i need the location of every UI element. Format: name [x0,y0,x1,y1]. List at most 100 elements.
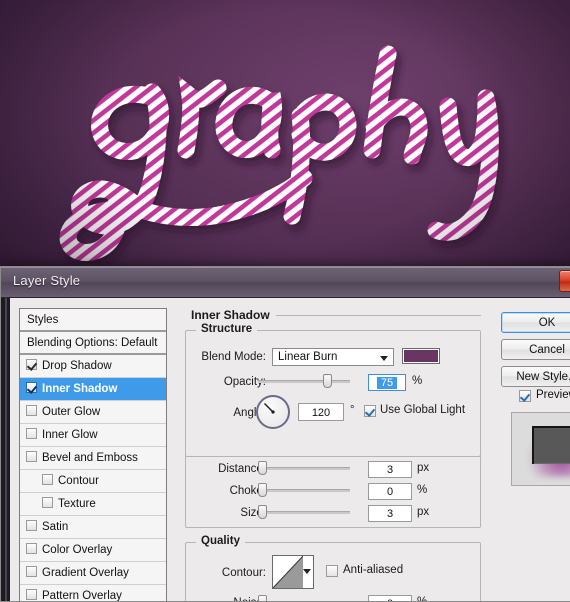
size-input[interactable]: 3 [368,505,412,522]
size-slider-thumb[interactable] [258,505,267,519]
effect-checkbox[interactable] [26,428,37,439]
dialog-title: Layer Style [13,273,81,288]
dialog-body: Styles Blending Options: Default Drop Sh… [1,298,570,601]
distance-label: Distance: [218,463,266,475]
noise-slider[interactable] [258,595,350,601]
effect-label: Inner Shadow [42,383,118,395]
size-slider-track [258,511,350,514]
artwork-vignette [0,0,570,280]
styles-list-header[interactable]: Styles [20,309,166,332]
noise-slider-thumb[interactable] [258,595,267,601]
preview-checkbox[interactable] [519,390,531,402]
effect-label: Drop Shadow [42,360,112,372]
effect-checkbox[interactable] [26,405,37,416]
size-label: Size: [240,507,266,519]
opacity-label: Opacity: [223,376,266,388]
effect-checkbox[interactable] [42,474,53,485]
effect-label: Inner Glow [42,429,98,441]
use-global-light-checkbox[interactable] [364,405,376,417]
blending-options-row[interactable]: Blending Options: Default [20,332,166,355]
effect-label: Satin [42,521,69,533]
effect-row-outer-glow[interactable]: Outer Glow [20,401,166,424]
styles-list[interactable]: Styles Blending Options: Default Drop Sh… [19,308,167,601]
inner-shadow-panel: Inner Shadow Structure Blend Mode: Linea… [177,308,487,601]
size-unit: px [417,506,430,518]
preview-label: Preview [536,389,570,401]
size-value: 3 [386,508,394,520]
noise-input[interactable]: 0 [368,595,412,601]
close-icon[interactable] [559,270,570,292]
effect-row-gradient-overlay[interactable]: Gradient Overlay [20,562,166,585]
contour-label: Contour: [221,567,266,579]
choke-input[interactable]: 0 [368,483,412,500]
effect-row-contour[interactable]: Contour [20,470,166,493]
distance-slider-track [258,467,350,470]
effect-row-texture[interactable]: Texture [20,493,166,516]
effect-row-color-overlay[interactable]: Color Overlay [20,539,166,562]
chevron-down-icon [303,569,311,574]
size-slider[interactable] [258,505,350,519]
distance-input[interactable]: 3 [368,461,412,478]
effect-checkbox[interactable] [26,520,37,531]
distance-slider-thumb[interactable] [258,461,267,475]
anti-aliased-label: Anti-aliased [343,564,404,576]
effect-checkbox[interactable] [26,589,37,600]
preview-thumbnail [511,412,570,486]
cancel-button[interactable]: Cancel [501,339,570,360]
dialog-titlebar: Layer Style [1,267,570,298]
preview-shape [532,426,570,464]
effect-row-drop-shadow[interactable]: Drop Shadow [20,355,166,378]
choke-value: 0 [386,486,394,498]
blend-mode-label: Blend Mode: [201,351,266,363]
effect-checkbox[interactable] [26,543,37,554]
new-style-button[interactable]: New Style... [501,366,570,387]
effect-checkbox[interactable] [26,566,37,577]
section-title: Inner Shadow [185,308,276,322]
effect-checkbox[interactable] [26,359,37,370]
effect-checkbox[interactable] [26,451,37,462]
anti-aliased-checkbox[interactable] [326,565,338,577]
quality-legend: Quality [196,535,245,547]
angle-label: Angle: [233,407,266,419]
angle-dial[interactable] [256,395,290,429]
contour-preset-dropdown[interactable] [272,555,314,589]
effect-row-bevel-and-emboss[interactable]: Bevel and Emboss [20,447,166,470]
opacity-input[interactable]: 75 [368,374,406,391]
opacity-slider-track [258,380,350,383]
choke-slider-thumb[interactable] [258,483,267,497]
effect-label: Outer Glow [42,406,101,418]
effect-checkbox[interactable] [26,382,37,393]
effect-label: Bevel and Emboss [42,452,138,464]
effect-row-inner-shadow[interactable]: Inner Shadow [20,378,166,401]
opacity-slider[interactable] [258,374,350,388]
effect-row-satin[interactable]: Satin [20,516,166,539]
angle-input[interactable]: 120 [298,403,344,421]
quality-group: Quality Contour: Anti-aliased Noise: [185,535,481,602]
background-artwork [0,0,570,280]
choke-unit: % [417,484,428,496]
blend-color-swatch[interactable] [402,348,440,364]
distance-slider[interactable] [258,461,350,475]
layer-style-dialog: Layer Style Styles Blending Options: Def… [0,266,570,602]
effect-label: Gradient Overlay [42,567,129,579]
dialog-actions: OK Cancel New Style... Preview [499,308,570,601]
left-rail [1,298,10,601]
angle-value: 120 [311,407,331,419]
effect-checkbox[interactable] [42,497,53,508]
blend-mode-select[interactable]: Linear Burn [272,348,394,366]
titlebar-highlight [1,267,570,268]
ok-button[interactable]: OK [501,312,570,333]
effect-label: Contour [58,475,99,487]
opacity-slider-thumb[interactable] [323,374,332,388]
angle-unit: ° [350,404,355,416]
structure-group: Structure Blend Mode: Linear Burn Opacit… [185,323,481,457]
effect-label: Pattern Overlay [42,590,122,601]
choke-slider[interactable] [258,483,350,497]
distance-value: 3 [386,464,394,476]
left-rail-highlight [5,298,7,601]
choke-label: Choke: [229,485,266,497]
effect-row-inner-glow[interactable]: Inner Glow [20,424,166,447]
effect-row-pattern-overlay[interactable]: Pattern Overlay [20,585,166,601]
noise-unit: % [417,596,428,602]
angle-dial-needle [264,403,275,414]
